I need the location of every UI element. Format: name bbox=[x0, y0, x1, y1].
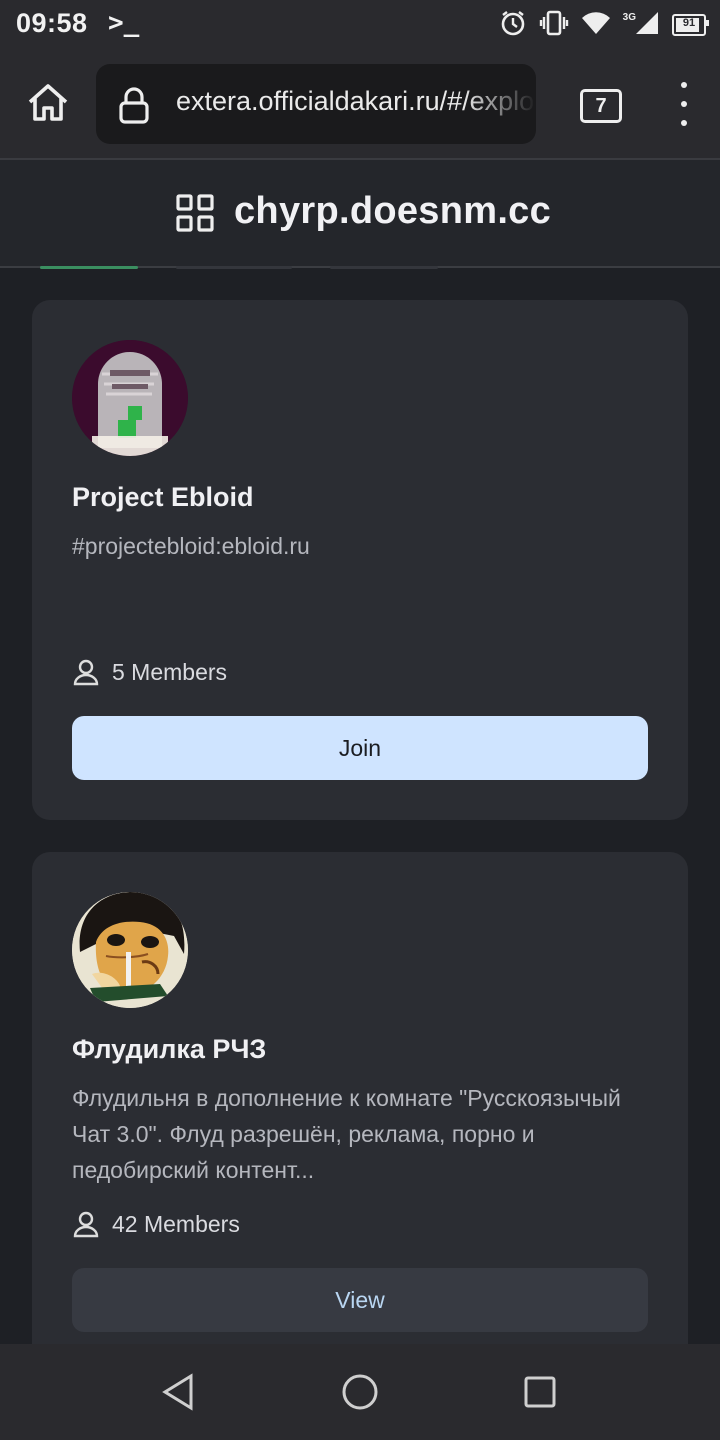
url-bar[interactable]: extera.officialdakari.ru/#/explore bbox=[96, 64, 536, 144]
room-avatar[interactable] bbox=[72, 340, 188, 456]
home-button[interactable] bbox=[24, 78, 72, 126]
room-card: Флудилка РЧЗ Флудильня в дополнение к ко… bbox=[32, 852, 688, 1372]
menu-dot bbox=[681, 82, 687, 88]
vibrate-icon bbox=[539, 9, 569, 42]
filter-indicator bbox=[330, 266, 438, 269]
user-icon bbox=[73, 1211, 99, 1238]
grid-icon[interactable] bbox=[176, 194, 214, 237]
tab-switcher-button[interactable]: 7 bbox=[580, 89, 622, 123]
browser-toolbar: extera.officialdakari.ru/#/explore 7 bbox=[0, 52, 720, 160]
back-button[interactable] bbox=[158, 1372, 198, 1412]
back-icon bbox=[162, 1373, 193, 1411]
lock-icon bbox=[118, 86, 150, 129]
room-description: Флудильня в дополнение к комнате "Русско… bbox=[72, 1085, 621, 1183]
signal-icon bbox=[634, 10, 660, 41]
url-text: extera.officialdakari.ru/#/explore bbox=[176, 86, 536, 116]
recents-button[interactable] bbox=[520, 1372, 560, 1412]
square-recents-icon bbox=[524, 1376, 556, 1408]
battery-percent: 91 bbox=[682, 17, 696, 29]
room-name: Флудилка РЧЗ bbox=[72, 1034, 267, 1064]
member-count-label: 42 Members bbox=[112, 1210, 240, 1237]
site-title: chyrp.doesnm.cc bbox=[234, 190, 552, 232]
status-bar: 09:58 >_ 3G 91 bbox=[0, 0, 720, 52]
network-type-label: 3G bbox=[622, 11, 636, 23]
room-alias: #projectebloid:ebloid.ru bbox=[72, 533, 310, 559]
circle-home-icon bbox=[342, 1374, 378, 1410]
view-button[interactable]: View bbox=[72, 1268, 648, 1332]
gravestone-avatar-icon bbox=[72, 340, 188, 456]
home-nav-button[interactable] bbox=[340, 1372, 380, 1412]
overflow-menu-button[interactable] bbox=[668, 82, 700, 126]
status-icons: 3G 91 bbox=[499, 9, 709, 42]
join-button[interactable]: Join bbox=[72, 716, 648, 780]
active-filter-indicator bbox=[40, 266, 138, 269]
filter-indicator bbox=[176, 266, 292, 269]
user-icon bbox=[73, 659, 99, 686]
battery-icon: 91 bbox=[672, 14, 709, 36]
room-name: Project Ebloid bbox=[72, 482, 254, 512]
terminal-icon: >_ bbox=[108, 8, 140, 38]
member-count-label: 5 Members bbox=[112, 658, 228, 685]
menu-dot bbox=[681, 120, 687, 126]
alarm-icon bbox=[499, 9, 527, 42]
site-header: chyrp.doesnm.cc bbox=[0, 160, 720, 268]
member-count: 42 Members bbox=[72, 1210, 240, 1238]
room-avatar[interactable] bbox=[72, 892, 188, 1008]
status-time: 09:58 bbox=[16, 8, 88, 38]
room-card: Project Ebloid #projectebloid:ebloid.ru … bbox=[32, 300, 688, 820]
system-navigation-bar bbox=[0, 1344, 720, 1440]
wifi-icon bbox=[581, 10, 611, 41]
cartoon-girl-avatar-icon bbox=[72, 892, 188, 1008]
member-count: 5 Members bbox=[72, 658, 227, 686]
menu-dot bbox=[681, 101, 687, 107]
home-icon bbox=[28, 84, 68, 121]
